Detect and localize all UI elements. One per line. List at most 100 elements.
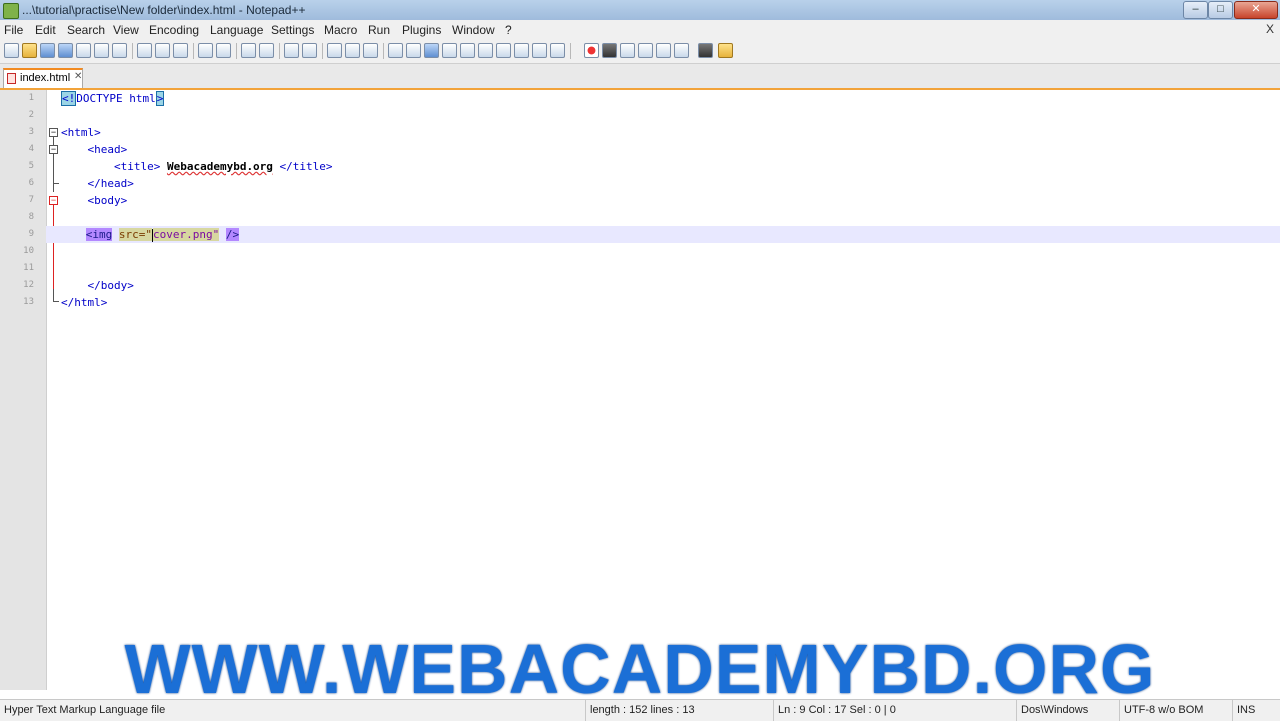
zoom-in-icon[interactable] — [284, 43, 299, 58]
text-icon[interactable] — [550, 43, 565, 58]
console-icon[interactable] — [698, 43, 713, 58]
fold-toggle-icon[interactable]: − — [49, 128, 58, 137]
user-language-icon[interactable] — [424, 43, 439, 58]
run-macro-multiple-icon[interactable] — [638, 43, 653, 58]
paragraph-icon[interactable] — [514, 43, 529, 58]
status-length: length : 152 lines : 13 — [585, 700, 773, 721]
line-number: 5 — [28, 161, 34, 171]
menu-file[interactable]: File — [4, 23, 23, 37]
title-open-tag: <title> — [113, 160, 167, 173]
tab-close-icon[interactable]: ✕ — [74, 71, 82, 82]
new-file-icon[interactable] — [4, 43, 19, 58]
editor[interactable]: 1 2 3 4 5 6 7 8 9 10 11 12 13 − − − <!DO… — [0, 90, 1280, 690]
close-window-button[interactable]: ✕ — [1234, 1, 1278, 19]
explorer-icon[interactable] — [718, 43, 733, 58]
trim-macro-icon[interactable] — [674, 43, 689, 58]
find-icon[interactable] — [241, 43, 256, 58]
record-macro-icon[interactable] — [584, 43, 599, 58]
sync-horizontal-icon[interactable] — [345, 43, 360, 58]
menu-bar: File Edit Search View Encoding Language … — [0, 20, 1280, 40]
menu-encoding[interactable]: Encoding — [149, 23, 199, 37]
play-macro-icon[interactable] — [620, 43, 635, 58]
menu-window[interactable]: Window — [452, 23, 495, 37]
monitoring-icon[interactable] — [496, 43, 511, 58]
title-bar: ...\tutorial\practise\New folder\index.h… — [0, 0, 1280, 20]
toolbar-separator — [570, 43, 571, 59]
save-icon[interactable] — [40, 43, 55, 58]
toolbar-separator — [132, 43, 133, 59]
toolbar-separator — [383, 43, 384, 59]
copy-icon[interactable] — [155, 43, 170, 58]
code-line: <head> — [61, 143, 128, 156]
menu-help[interactable]: ? — [505, 23, 512, 37]
menu-language[interactable]: Language — [210, 23, 263, 37]
list-icon[interactable] — [532, 43, 547, 58]
watermark-text: WWW.WEBACADEMYBD.ORG — [124, 630, 1156, 708]
code-line: </body> — [61, 279, 134, 292]
close-icon[interactable] — [76, 43, 91, 58]
toolbar — [0, 39, 1280, 64]
menu-search[interactable]: Search — [67, 23, 105, 37]
open-file-icon[interactable] — [22, 43, 37, 58]
menu-edit[interactable]: Edit — [35, 23, 56, 37]
sync-vertical-icon[interactable] — [327, 43, 342, 58]
status-file-type: Hyper Text Markup Language file — [4, 704, 166, 716]
menu-macro[interactable]: Macro — [324, 23, 357, 37]
line-number: 2 — [28, 110, 34, 120]
print-icon[interactable] — [112, 43, 127, 58]
menu-settings[interactable]: Settings — [271, 23, 314, 37]
save-all-icon[interactable] — [58, 43, 73, 58]
status-eol[interactable]: Dos\Windows — [1016, 700, 1119, 721]
indent-guide-icon[interactable] — [406, 43, 421, 58]
fold-toggle-icon[interactable]: − — [49, 196, 58, 205]
replace-icon[interactable] — [259, 43, 274, 58]
close-document-button[interactable]: X — [1266, 22, 1274, 36]
notepad-plus-plus-icon — [3, 3, 19, 19]
src-attribute: src=" — [118, 228, 152, 241]
fold-line — [53, 154, 54, 192]
modified-file-icon — [7, 73, 16, 84]
title-close-tag: </title> — [272, 160, 333, 173]
toolbar-separator — [193, 43, 194, 59]
doctype-text: DOCTYPE html — [76, 92, 156, 105]
current-code-line: <img src="cover.png" /> — [46, 226, 1280, 243]
status-bar: Hyper Text Markup Language file length :… — [0, 699, 1280, 721]
line-number: 13 — [23, 297, 34, 307]
code-line: <!DOCTYPE html> — [61, 90, 165, 107]
save-macro-icon[interactable] — [656, 43, 671, 58]
zoom-out-icon[interactable] — [302, 43, 317, 58]
folder-as-workspace-icon[interactable] — [478, 43, 493, 58]
menu-view[interactable]: View — [113, 23, 139, 37]
doc-map-icon[interactable] — [442, 43, 457, 58]
status-encoding[interactable]: UTF-8 w/o BOM — [1119, 700, 1232, 721]
doctype-open: <! — [61, 91, 77, 106]
menu-run[interactable]: Run — [368, 23, 390, 37]
undo-icon[interactable] — [198, 43, 213, 58]
line-number: 8 — [28, 212, 34, 222]
stop-record-icon[interactable] — [602, 43, 617, 58]
redo-icon[interactable] — [216, 43, 231, 58]
status-insert-mode[interactable]: INS — [1232, 700, 1280, 721]
show-all-chars-icon[interactable] — [388, 43, 403, 58]
menu-plugins[interactable]: Plugins — [402, 23, 441, 37]
word-wrap-icon[interactable] — [363, 43, 378, 58]
code-line: <html> — [61, 126, 101, 139]
status-position: Ln : 9 Col : 17 Sel : 0 | 0 — [773, 700, 1016, 721]
line-number: 3 — [28, 127, 34, 137]
tab-bar: index.html ✕ — [0, 64, 1280, 90]
minimize-button[interactable]: – — [1183, 1, 1208, 19]
tab-index-html[interactable]: index.html ✕ — [3, 68, 83, 88]
line-number: 7 — [28, 195, 34, 205]
maximize-button[interactable]: □ — [1208, 1, 1233, 19]
paste-icon[interactable] — [173, 43, 188, 58]
function-list-icon[interactable] — [460, 43, 475, 58]
toolbar-separator — [236, 43, 237, 59]
fold-toggle-icon[interactable]: − — [49, 145, 58, 154]
cut-icon[interactable] — [137, 43, 152, 58]
close-all-icon[interactable] — [94, 43, 109, 58]
fold-end-marker — [53, 301, 59, 302]
line-number: 4 — [28, 144, 34, 154]
toolbar-separator — [322, 43, 323, 59]
tab-label: index.html — [20, 72, 71, 84]
